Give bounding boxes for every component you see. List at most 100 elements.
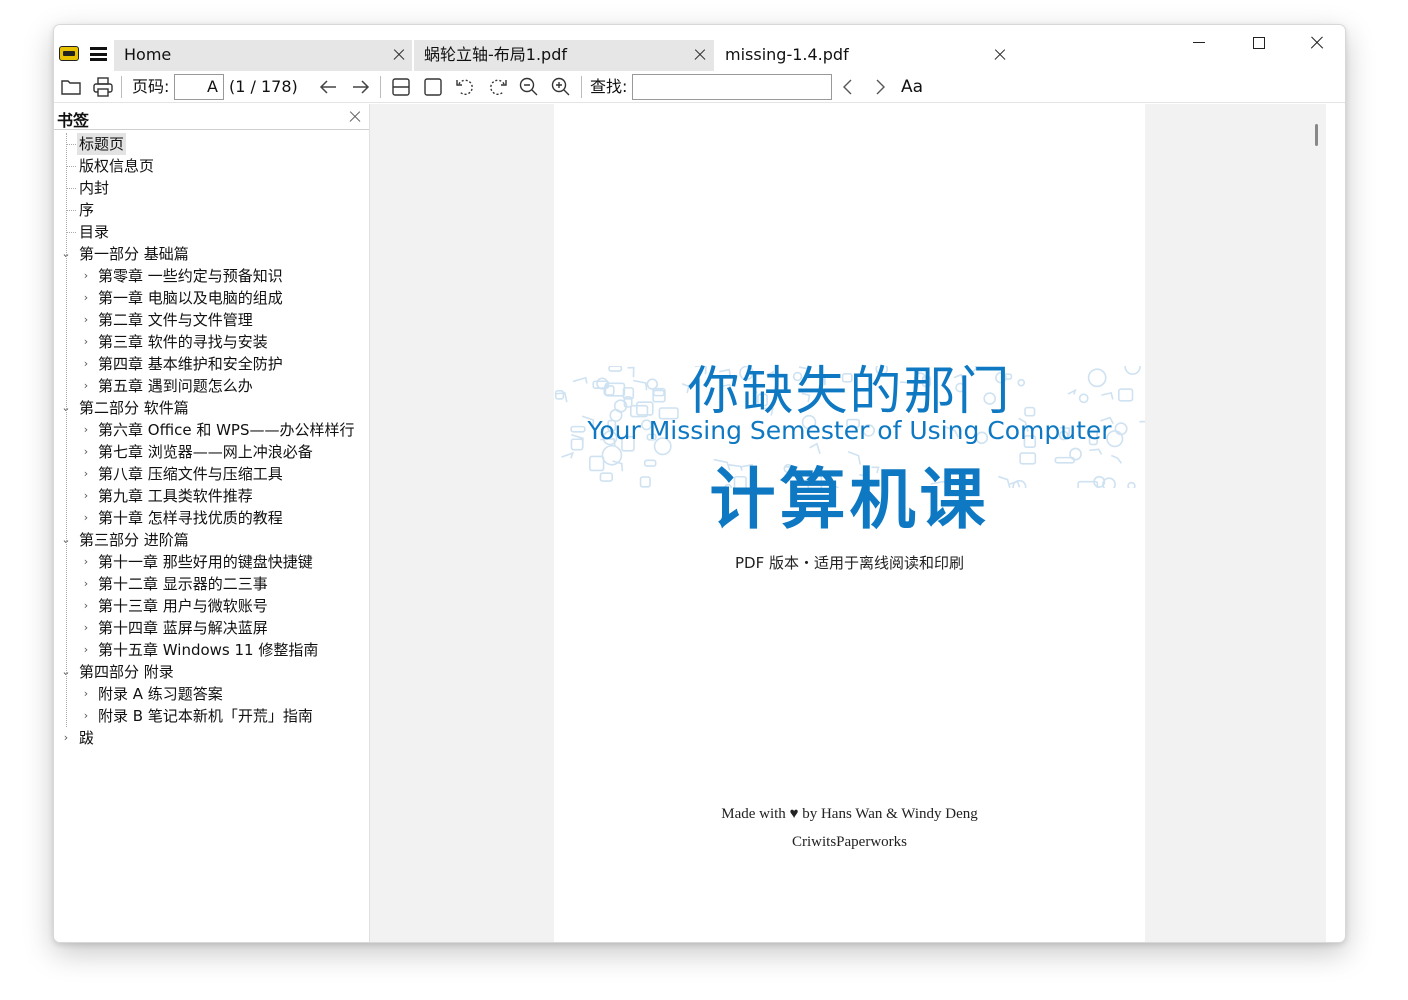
bookmark-subitem[interactable]: › 第一章 电脑以及电脑的组成 (54, 287, 369, 309)
page-number-input[interactable]: A (174, 74, 224, 100)
chevron-right-icon[interactable]: › (80, 683, 92, 705)
fit-page-icon[interactable] (421, 75, 445, 99)
bookmark-subitem[interactable]: › 第十一章 那些好用的键盘快捷键 (54, 551, 369, 573)
find-prev-icon[interactable] (836, 75, 860, 99)
heart-icon: ♥ (789, 806, 799, 822)
bookmark-item[interactable]: 标题页 (54, 133, 369, 155)
bookmark-label: 第十四章 蓝屏与解决蓝屏 (98, 619, 268, 637)
chevron-right-icon[interactable]: › (80, 463, 92, 485)
chevron-right-icon[interactable]: › (80, 617, 92, 639)
bookmark-label: 第五章 遇到问题怎么办 (98, 377, 253, 395)
back-arrow-icon[interactable] (316, 75, 340, 99)
chevron-right-icon[interactable]: › (80, 309, 92, 331)
app-window: Home 蜗轮立轴-布局1.pdf missing-1.4.pdf 页码: A … (53, 24, 1346, 943)
bookmark-item[interactable]: 序 (54, 199, 369, 221)
bookmark-item[interactable]: › 跋 (54, 727, 369, 749)
cover-title-cn-top: 你缺失的那门 (687, 362, 1012, 422)
bookmark-label: 第十二章 显示器的二三事 (98, 575, 268, 593)
app-logo-icon (59, 46, 79, 61)
scroll-thumb[interactable] (1315, 124, 1318, 146)
bookmark-subitem[interactable]: › 第五章 遇到问题怎么办 (54, 375, 369, 397)
bookmark-item[interactable]: 版权信息页 (54, 155, 369, 177)
bookmark-item[interactable]: 内封 (54, 177, 369, 199)
chevron-right-icon[interactable]: › (80, 265, 92, 287)
chevron-right-icon[interactable]: › (80, 353, 92, 375)
bookmark-subitem[interactable]: › 第零章 一些约定与预备知识 (54, 265, 369, 287)
chevron-right-icon[interactable]: › (80, 331, 92, 353)
maximize-button[interactable] (1246, 33, 1270, 53)
open-folder-icon[interactable] (59, 75, 83, 99)
chevron-right-icon[interactable]: › (80, 573, 92, 595)
bookmark-item[interactable]: ⌄ 第一部分 基础篇 (54, 243, 369, 265)
chevron-right-icon[interactable]: › (80, 639, 92, 661)
chevron-right-icon[interactable]: › (80, 551, 92, 573)
match-case-icon[interactable]: Aa (901, 77, 923, 97)
bookmark-subitem[interactable]: › 第十章 怎样寻找优质的教程 (54, 507, 369, 529)
bookmark-tree: 标题页 版权信息页内封序目录 ⌄ 第一部分 基础篇 › 第零章 一些约定与预备知识 › 第一章… (54, 133, 369, 749)
close-icon[interactable] (389, 45, 409, 65)
vertical-scrollbar[interactable] (1306, 104, 1326, 942)
tab-home[interactable]: Home (114, 40, 412, 71)
bookmark-subitem[interactable]: › 第十五章 Windows 11 修整指南 (54, 639, 369, 661)
tab-pdf-2[interactable]: missing-1.4.pdf (715, 40, 1015, 71)
bookmark-subitem[interactable]: › 第八章 压缩文件与压缩工具 (54, 463, 369, 485)
chevron-right-icon[interactable]: › (80, 507, 92, 529)
rotate-left-icon[interactable] (453, 75, 477, 99)
bookmark-subitem[interactable]: › 第十三章 用户与微软账号 (54, 595, 369, 617)
bookmark-label: 第十一章 那些好用的键盘快捷键 (98, 553, 313, 571)
bookmark-item[interactable]: ⌄ 第四部分 附录 (54, 661, 369, 683)
chevron-right-icon[interactable]: › (80, 375, 92, 397)
fit-width-icon[interactable] (389, 75, 413, 99)
bookmark-subitem[interactable]: › 第六章 Office 和 WPS——办公样样行 (54, 419, 369, 441)
bookmarks-header: 书签 (54, 104, 369, 130)
document-viewer[interactable]: 你缺失的那门 Your Missing Semester of Using Co… (370, 104, 1326, 942)
bookmark-subitem[interactable]: › 第二章 文件与文件管理 (54, 309, 369, 331)
close-icon[interactable] (690, 45, 710, 65)
close-icon[interactable] (347, 109, 363, 125)
forward-arrow-icon[interactable] (349, 75, 373, 99)
bookmark-subitem[interactable]: › 第九章 工具类软件推荐 (54, 485, 369, 507)
bookmark-label: 跋 (79, 729, 95, 747)
tab-label: missing-1.4.pdf (725, 45, 849, 64)
bookmark-subitem[interactable]: › 第十四章 蓝屏与解决蓝屏 (54, 617, 369, 639)
made-with-prefix: Made with (721, 806, 786, 822)
bookmark-item[interactable]: ⌄ 第二部分 软件篇 (54, 397, 369, 419)
bookmark-item[interactable]: ⌄ 第三部分 进阶篇 (54, 529, 369, 551)
chevron-right-icon[interactable]: › (60, 727, 72, 749)
bookmark-subitem[interactable]: › 附录 B 笔记本新机「开荒」指南 (54, 705, 369, 727)
chevron-right-icon[interactable]: › (80, 595, 92, 617)
cover-publisher: CriwitsPaperworks (792, 834, 907, 850)
chevron-right-icon[interactable]: › (80, 287, 92, 309)
find-next-icon[interactable] (868, 75, 892, 99)
bookmark-item[interactable]: 目录 (54, 221, 369, 243)
zoom-in-icon[interactable] (549, 75, 573, 99)
close-icon[interactable] (990, 45, 1010, 65)
bookmark-label: 第二章 文件与文件管理 (98, 311, 253, 329)
chevron-right-icon[interactable]: › (80, 419, 92, 441)
cover-subtitle: PDF 版本・适用于离线阅读和印刷 (735, 554, 964, 572)
made-with-suffix: by Hans Wan & Windy Deng (802, 806, 978, 822)
bookmark-subitem[interactable]: › 第七章 浏览器——网上冲浪必备 (54, 441, 369, 463)
bookmark-subitem[interactable]: › 附录 A 练习题答案 (54, 683, 369, 705)
bookmark-subitem[interactable]: › 第四章 基本维护和安全防护 (54, 353, 369, 375)
bookmark-label: 第八章 压缩文件与压缩工具 (98, 465, 283, 483)
rotate-right-icon[interactable] (486, 75, 510, 99)
tab-label: 蜗轮立轴-布局1.pdf (424, 45, 567, 64)
tab-pdf-1[interactable]: 蜗轮立轴-布局1.pdf (414, 40, 714, 71)
zoom-out-icon[interactable] (517, 75, 541, 99)
bookmark-label: 第十五章 Windows 11 修整指南 (98, 641, 319, 659)
bookmark-label: 内封 (79, 179, 110, 197)
bookmark-subitem[interactable]: › 第三章 软件的寻找与安装 (54, 331, 369, 353)
chevron-right-icon[interactable]: › (80, 485, 92, 507)
window-close-button[interactable] (1305, 33, 1329, 53)
find-input[interactable] (632, 74, 832, 100)
minimize-button[interactable] (1187, 33, 1211, 53)
chevron-right-icon[interactable]: › (80, 705, 92, 727)
hamburger-menu-icon[interactable] (90, 47, 107, 61)
chevron-right-icon[interactable]: › (80, 441, 92, 463)
bookmark-subitem[interactable]: › 第十二章 显示器的二三事 (54, 573, 369, 595)
title-bar: Home 蜗轮立轴-布局1.pdf missing-1.4.pdf (54, 25, 1345, 71)
print-icon[interactable] (91, 75, 115, 99)
bookmark-label: 第三部分 进阶篇 (79, 531, 189, 549)
bookmark-label: 标题页 (77, 133, 127, 155)
